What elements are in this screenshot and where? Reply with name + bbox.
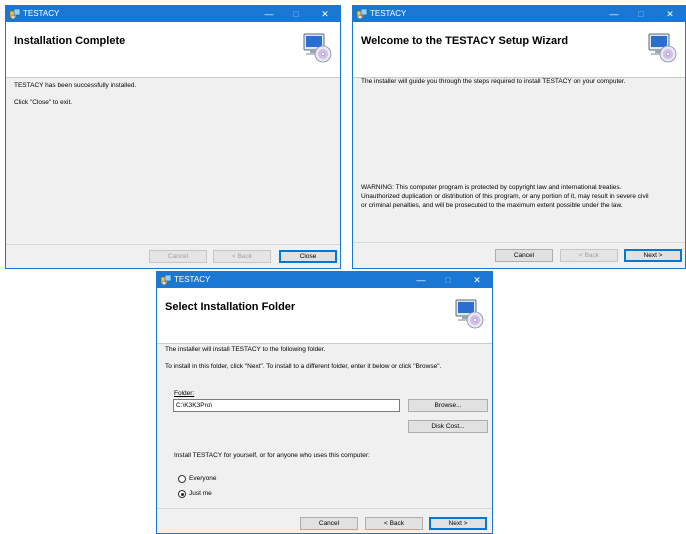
warning-line-2: Unauthorized duplication or distribution…: [361, 193, 649, 200]
installation-complete-window: TESTACY — □ ✕ Installation Complete TEST…: [5, 5, 341, 269]
page-title: Installation Complete: [14, 35, 126, 47]
back-button[interactable]: < Back: [213, 250, 271, 263]
cancel-button[interactable]: Cancel: [495, 249, 553, 262]
computer-cd-icon: [648, 33, 677, 63]
computer-cd-icon: [303, 33, 332, 63]
window-title: TESTACY: [370, 9, 407, 18]
disk-cost-button[interactable]: Disk Cost...: [408, 420, 488, 433]
intro-text: The installer will guide you through the…: [361, 78, 626, 85]
just-me-radio[interactable]: [178, 490, 186, 498]
maximize-button[interactable]: □: [285, 6, 307, 22]
page-title: Welcome to the TESTACY Setup Wizard: [361, 35, 569, 47]
scope-question: Install TESTACY for yourself, or for any…: [174, 452, 370, 459]
maximize-button[interactable]: □: [630, 6, 652, 22]
back-button[interactable]: < Back: [560, 249, 618, 262]
title-bar[interactable]: TESTACY — □ ✕: [6, 6, 340, 22]
wizard-header: Select Installation Folder: [157, 288, 492, 344]
window-title: TESTACY: [174, 275, 211, 284]
warning-line-1: WARNING: This computer program is protec…: [361, 184, 622, 191]
minimize-button[interactable]: —: [410, 272, 432, 288]
welcome-window: TESTACY — □ ✕ Welcome to the TESTACY Set…: [352, 5, 686, 269]
computer-cd-icon: [455, 299, 484, 329]
instruction-message: Click "Close" to exit.: [14, 99, 73, 106]
next-button[interactable]: Next >: [624, 249, 682, 262]
window-title: TESTACY: [23, 9, 60, 18]
browse-button[interactable]: Browse...: [408, 399, 488, 412]
warning-line-3: or criminal penalties, and will be prose…: [361, 202, 623, 209]
back-button[interactable]: < Back: [365, 517, 423, 530]
cancel-button[interactable]: Cancel: [149, 250, 207, 263]
description-line-1: The installer will install TESTACY to th…: [165, 346, 326, 353]
close-window-button[interactable]: ✕: [314, 6, 336, 22]
title-bar[interactable]: TESTACY — □ ✕: [353, 6, 685, 22]
folder-label: Folder:: [174, 390, 195, 397]
wizard-header: Installation Complete: [6, 22, 340, 78]
just-me-label: Just me: [189, 490, 212, 497]
close-button[interactable]: Close: [279, 250, 337, 263]
installer-app-icon: [9, 8, 21, 20]
everyone-radio[interactable]: [178, 475, 186, 483]
status-message: TESTACY has been successfully installed.: [14, 82, 137, 89]
minimize-button[interactable]: —: [603, 6, 625, 22]
title-bar[interactable]: TESTACY — □ ✕: [157, 272, 492, 288]
wizard-header: Welcome to the TESTACY Setup Wizard: [353, 22, 685, 78]
cancel-button[interactable]: Cancel: [300, 517, 358, 530]
select-folder-window: TESTACY — □ ✕ Select Installation Folder…: [156, 271, 493, 534]
description-line-2: To install in this folder, click "Next".…: [165, 363, 442, 370]
maximize-button[interactable]: □: [437, 272, 459, 288]
footer-divider: [353, 242, 685, 243]
everyone-label: Everyone: [189, 475, 217, 482]
next-button[interactable]: Next >: [429, 517, 487, 530]
installer-app-icon: [160, 274, 172, 286]
minimize-button[interactable]: —: [258, 6, 280, 22]
footer-divider: [6, 244, 340, 245]
installer-app-icon: [356, 8, 368, 20]
close-window-button[interactable]: ✕: [659, 6, 681, 22]
folder-path-input[interactable]: C:\K3K3Pro\: [173, 399, 400, 412]
page-title: Select Installation Folder: [165, 301, 296, 313]
footer-divider: [157, 508, 492, 509]
close-window-button[interactable]: ✕: [466, 272, 488, 288]
